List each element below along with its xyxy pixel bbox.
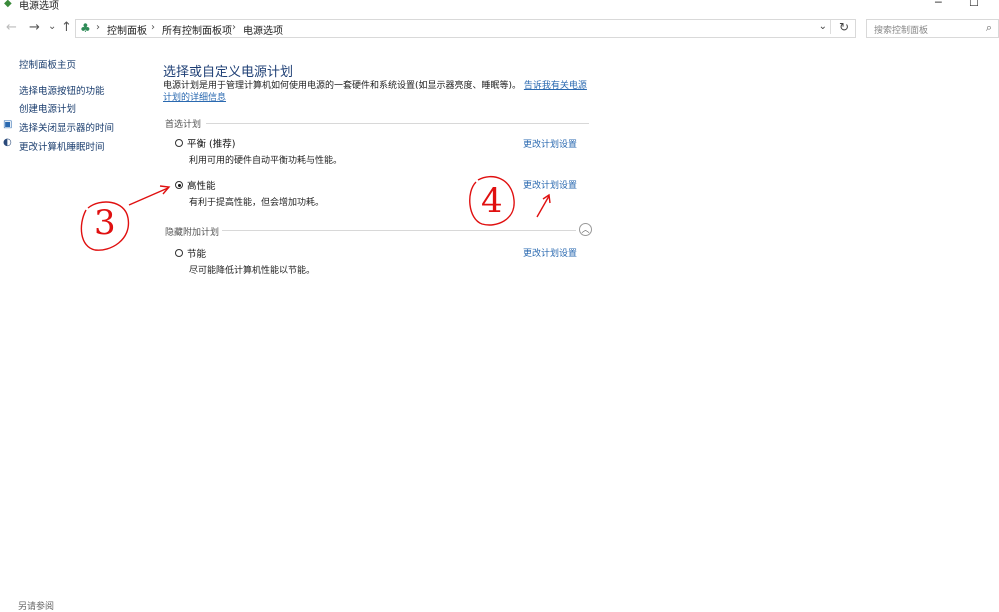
annotation-layer xyxy=(80,175,551,251)
annotation-arrow-3 xyxy=(128,187,169,206)
see-also-label: 另请参阅 xyxy=(18,602,55,612)
annotation-arrow-4 xyxy=(536,195,550,218)
annotation-number-3: 3 xyxy=(94,203,116,243)
annotation-number-4: 4 xyxy=(481,181,503,221)
